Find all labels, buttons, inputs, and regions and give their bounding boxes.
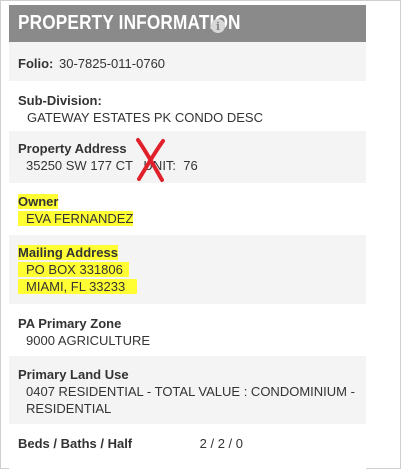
beds-label: Beds / Baths / Half xyxy=(18,436,133,451)
mailing-address-line2: MIAMI, FL 33233 xyxy=(18,279,138,294)
panel-title: PROPERTY INFORMATION xyxy=(18,12,241,34)
land-use-line1: 0407 RESIDENTIAL - TOTAL VALUE : CONDOMI… xyxy=(26,384,355,399)
land-use-row: Primary Land Use 0407 RESIDENTIAL - TOTA… xyxy=(9,356,366,424)
folio-label: Folio: xyxy=(18,56,54,71)
owner-row: Owner EVA FERNANDEZ xyxy=(9,183,366,235)
property-information-panel: PROPERTY INFORMATION i Folio: 30-7825-01… xyxy=(9,5,366,475)
folio-value[interactable]: 30-7825-011-0760 xyxy=(57,56,165,71)
land-use-label: Primary Land Use xyxy=(18,367,129,382)
subdivision-row: Sub-Division: GATEWAY ESTATES PK CONDO D… xyxy=(9,81,366,131)
property-address-value: 35250 SW 177 CT UNIT: 76 xyxy=(26,158,198,173)
pa-zone-label: PA Primary Zone xyxy=(18,316,122,331)
folio-row: Folio: 30-7825-011-0760 xyxy=(9,42,366,81)
mailing-address-line1: PO BOX 331806 xyxy=(18,262,129,277)
beds-value: 2 / 2 / 0 xyxy=(199,436,243,451)
panel-header: PROPERTY INFORMATION xyxy=(9,5,366,42)
subdivision-label: Sub-Division: xyxy=(18,93,102,108)
info-icon[interactable]: i xyxy=(211,19,225,33)
land-use-line2: RESIDENTIAL xyxy=(26,401,112,416)
red-x-annotation xyxy=(136,138,165,182)
property-address-label: Property Address xyxy=(18,141,127,156)
pa-zone-row: PA Primary Zone 9000 AGRICULTURE xyxy=(9,304,366,356)
mailing-address-label: Mailing Address xyxy=(18,245,118,260)
mailing-address-row: Mailing Address PO BOX 331806 MIAMI, FL … xyxy=(9,235,366,304)
subdivision-value: GATEWAY ESTATES PK CONDO DESC xyxy=(27,110,263,125)
property-address-row: Property Address 35250 SW 177 CT UNIT: 7… xyxy=(9,131,366,183)
beds-row: Beds / Baths / Half 2 / 2 / 0 xyxy=(9,424,366,464)
owner-label: Owner xyxy=(18,194,59,209)
owner-value: EVA FERNANDEZ xyxy=(18,211,134,226)
pa-zone-value: 9000 AGRICULTURE xyxy=(26,333,151,348)
